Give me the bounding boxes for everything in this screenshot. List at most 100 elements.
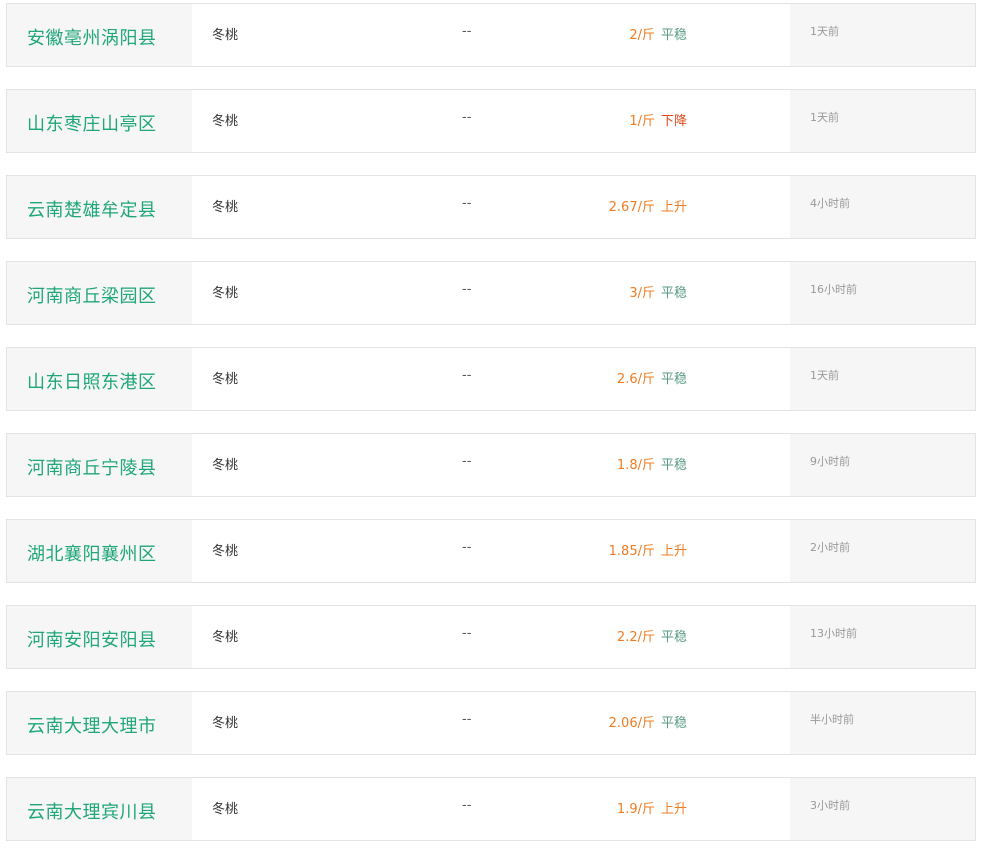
time-label: 16小时前 [810,283,857,296]
price-value: 1.8/斤 [616,458,655,473]
trend-label: 上升 [660,544,687,559]
price-value: 2/斤 [629,28,655,43]
location-cell: 云南大理宾川县 [7,778,192,840]
location-cell: 云南楚雄牟定县 [7,176,192,238]
time-cell: 半小时前 [790,692,975,754]
trend-label: 平稳 [660,372,687,387]
location-cell: 河南商丘梁园区 [7,262,192,324]
spec-label: -- [462,24,472,39]
price-list: 安徽亳州涡阳县 冬桃 -- 2/斤 平稳 1天前 山东枣庄山亭区 冬桃 -- 1/斤 下降 1天前 云南… [6,3,976,863]
time-cell: 3小时前 [790,778,975,840]
time-label: 1天前 [810,111,839,124]
time-label: 半小时前 [810,713,854,726]
location-cell: 山东枣庄山亭区 [7,90,192,152]
spec-label: -- [462,798,472,813]
location-link[interactable]: 云南大理大理市 [27,712,157,738]
location-cell: 山东日照东港区 [7,348,192,410]
variety-label: 冬桃 [212,200,239,215]
price-box: 2.67/斤 上升 [609,196,687,215]
time-label: 3小时前 [810,799,850,812]
spec-label: -- [462,282,472,297]
price-value: 1.9/斤 [616,802,655,817]
variety-label: 冬桃 [212,286,239,301]
variety-label: 冬桃 [212,544,239,559]
spec-label: -- [462,626,472,641]
spec-label: -- [462,368,472,383]
spec-label: -- [462,454,472,469]
variety-label: 冬桃 [212,372,239,387]
list-item[interactable]: 安徽亳州涡阳县 冬桃 -- 2/斤 平稳 1天前 [6,3,976,67]
price-value: 2.2/斤 [616,630,655,645]
location-cell: 河南安阳安阳县 [7,606,192,668]
time-cell: 1天前 [790,4,975,66]
price-value: 2.06/斤 [608,716,655,731]
time-cell: 2小时前 [790,520,975,582]
price-box: 3/斤 平稳 [629,282,687,301]
trend-label: 下降 [660,114,687,129]
trend-label: 平稳 [660,458,687,473]
location-cell: 安徽亳州涡阳县 [7,4,192,66]
location-link[interactable]: 湖北襄阳襄州区 [27,540,157,566]
trend-label: 平稳 [660,630,687,645]
trend-label: 平稳 [660,286,687,301]
list-item[interactable]: 山东枣庄山亭区 冬桃 -- 1/斤 下降 1天前 [6,89,976,153]
location-link[interactable]: 安徽亳州涡阳县 [27,24,157,50]
variety-label: 冬桃 [212,630,239,645]
list-item[interactable]: 河南安阳安阳县 冬桃 -- 2.2/斤 平稳 13小时前 [6,605,976,669]
variety-label: 冬桃 [212,458,239,473]
price-box: 1.8/斤 平稳 [617,454,687,473]
price-box: 2.2/斤 平稳 [617,626,687,645]
list-item[interactable]: 湖北襄阳襄州区 冬桃 -- 1.85/斤 上升 2小时前 [6,519,976,583]
location-link[interactable]: 河南商丘梁园区 [27,282,157,308]
trend-label: 平稳 [660,716,687,731]
trend-label: 上升 [660,802,687,817]
time-cell: 1天前 [790,348,975,410]
time-label: 1天前 [810,25,839,38]
variety-label: 冬桃 [212,716,239,731]
location-link[interactable]: 云南大理宾川县 [27,798,157,824]
price-box: 2.6/斤 平稳 [617,368,687,387]
list-item[interactable]: 山东日照东港区 冬桃 -- 2.6/斤 平稳 1天前 [6,347,976,411]
spec-label: -- [462,540,472,555]
time-label: 13小时前 [810,627,857,640]
price-value: 1/斤 [629,114,655,129]
spec-label: -- [462,712,472,727]
price-box: 2/斤 平稳 [629,24,687,43]
time-label: 1天前 [810,369,839,382]
list-item[interactable]: 河南商丘梁园区 冬桃 -- 3/斤 平稳 16小时前 [6,261,976,325]
list-item[interactable]: 云南大理大理市 冬桃 -- 2.06/斤 平稳 半小时前 [6,691,976,755]
variety-label: 冬桃 [212,802,239,817]
location-cell: 云南大理大理市 [7,692,192,754]
price-box: 1.85/斤 上升 [609,540,687,559]
price-value: 2.6/斤 [616,372,655,387]
time-cell: 9小时前 [790,434,975,496]
location-link[interactable]: 河南商丘宁陵县 [27,454,157,480]
list-item[interactable]: 河南商丘宁陵县 冬桃 -- 1.8/斤 平稳 9小时前 [6,433,976,497]
list-item[interactable]: 云南楚雄牟定县 冬桃 -- 2.67/斤 上升 4小时前 [6,175,976,239]
spec-label: -- [462,196,472,211]
variety-label: 冬桃 [212,114,239,129]
price-value: 2.67/斤 [608,200,655,215]
location-link[interactable]: 河南安阳安阳县 [27,626,157,652]
trend-label: 上升 [660,200,687,215]
time-cell: 16小时前 [790,262,975,324]
location-cell: 河南商丘宁陵县 [7,434,192,496]
price-value: 1.85/斤 [608,544,655,559]
spec-label: -- [462,110,472,125]
list-item[interactable]: 云南大理宾川县 冬桃 -- 1.9/斤 上升 3小时前 [6,777,976,841]
location-cell: 湖北襄阳襄州区 [7,520,192,582]
price-box: 1.9/斤 上升 [617,798,687,817]
variety-label: 冬桃 [212,28,239,43]
location-link[interactable]: 山东日照东港区 [27,368,157,394]
price-box: 1/斤 下降 [629,110,687,129]
time-label: 9小时前 [810,455,850,468]
time-cell: 4小时前 [790,176,975,238]
price-box: 2.06/斤 平稳 [609,712,687,731]
location-link[interactable]: 云南楚雄牟定县 [27,196,157,222]
time-label: 4小时前 [810,197,850,210]
price-value: 3/斤 [629,286,655,301]
location-link[interactable]: 山东枣庄山亭区 [27,110,157,136]
time-cell: 1天前 [790,90,975,152]
time-label: 2小时前 [810,541,850,554]
trend-label: 平稳 [660,28,687,43]
